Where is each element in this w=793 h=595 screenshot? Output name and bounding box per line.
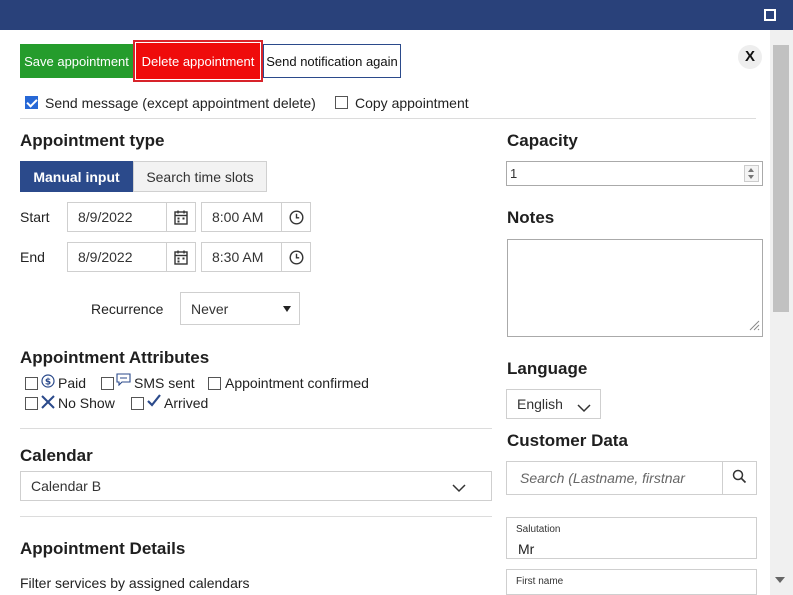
language-value: English [517, 396, 563, 412]
close-button[interactable]: X [738, 45, 762, 69]
start-date-field[interactable]: 8/9/2022 [67, 202, 196, 232]
resize-handle-icon[interactable] [749, 318, 760, 334]
spinner-down-icon[interactable] [748, 175, 754, 179]
scrollbar[interactable] [770, 30, 793, 595]
customer-search-input[interactable]: Search (Lastname, firstnar [506, 461, 723, 495]
clock-icon[interactable] [281, 203, 310, 231]
no-show-label: No Show [58, 395, 115, 411]
svg-text:$: $ [45, 378, 51, 388]
calendar-icon[interactable] [166, 243, 195, 271]
tab-search-time-slots[interactable]: Search time slots [133, 161, 267, 192]
search-icon [732, 469, 747, 487]
customer-data-heading: Customer Data [507, 431, 628, 450]
delete-appointment-button[interactable]: Delete appointment [136, 43, 260, 79]
divider [20, 428, 492, 429]
send-message-checkbox[interactable] [25, 96, 38, 109]
dollar-icon: $ [41, 374, 55, 391]
language-heading: Language [507, 359, 588, 378]
filter-services-label: Filter services by assigned calendars [20, 575, 250, 591]
copy-appointment-label: Copy appointment [355, 95, 469, 111]
recurrence-value: Never [191, 300, 229, 317]
appointment-attributes-heading: Appointment Attributes [20, 348, 210, 367]
save-appointment-button[interactable]: Save appointment [20, 44, 133, 78]
appointment-confirmed-checkbox[interactable] [208, 377, 221, 390]
first-name-label: First name [516, 576, 564, 587]
first-name-field[interactable]: First name [506, 569, 757, 595]
start-time-value: 8:00 AM [212, 209, 264, 225]
divider [20, 516, 492, 517]
sms-icon [116, 373, 131, 389]
customer-search-placeholder: Search (Lastname, firstnar [520, 470, 685, 486]
clock-icon[interactable] [281, 243, 310, 271]
appointment-type-heading: Appointment type [20, 131, 165, 150]
end-date-value: 8/9/2022 [78, 249, 133, 265]
calendar-icon[interactable] [166, 203, 195, 231]
start-label: Start [20, 209, 50, 225]
sms-sent-label: SMS sent [134, 375, 195, 391]
title-bar [0, 0, 793, 30]
start-date-value: 8/9/2022 [78, 209, 133, 225]
maximize-icon[interactable] [764, 9, 776, 21]
paid-checkbox[interactable] [25, 377, 38, 390]
arrived-checkbox[interactable] [131, 397, 144, 410]
calendar-heading: Calendar [20, 446, 93, 465]
send-message-label: Send message (except appointment delete) [45, 95, 316, 111]
recurrence-select[interactable]: Never [180, 292, 300, 325]
capacity-input[interactable]: 1 [506, 161, 763, 186]
notes-heading: Notes [507, 208, 555, 227]
dropdown-arrow-icon [283, 306, 291, 312]
arrived-label: Arrived [164, 395, 209, 411]
x-mark-icon [40, 394, 56, 413]
copy-appointment-checkbox[interactable] [335, 96, 348, 109]
end-time-field[interactable]: 8:30 AM [201, 242, 311, 272]
capacity-heading: Capacity [507, 131, 578, 150]
salutation-field[interactable]: Salutation Mr [506, 517, 757, 559]
salutation-label: Salutation [516, 524, 561, 535]
recurrence-label: Recurrence [91, 301, 164, 317]
chevron-down-icon [577, 400, 591, 416]
tab-manual-input[interactable]: Manual input [20, 161, 133, 192]
divider [20, 118, 756, 119]
paid-label: Paid [58, 375, 87, 391]
end-date-field[interactable]: 8/9/2022 [67, 242, 196, 272]
no-show-checkbox[interactable] [25, 397, 38, 410]
appointment-details-heading: Appointment Details [20, 539, 186, 558]
salutation-value: Mr [518, 541, 535, 557]
start-time-field[interactable]: 8:00 AM [201, 202, 311, 232]
scroll-down-arrow-icon[interactable] [775, 577, 785, 583]
chevron-down-icon [452, 480, 466, 496]
calendar-value: Calendar B [31, 478, 102, 494]
end-label: End [20, 249, 45, 265]
number-spinner[interactable] [744, 165, 759, 182]
customer-search-button[interactable] [722, 461, 757, 495]
sms-sent-checkbox[interactable] [101, 377, 114, 390]
notes-textarea[interactable] [507, 239, 763, 337]
capacity-value: 1 [510, 166, 518, 181]
appointment-confirmed-label: Appointment confirmed [225, 375, 369, 391]
scrollbar-thumb[interactable] [773, 45, 789, 312]
spinner-up-icon[interactable] [748, 168, 754, 172]
language-select[interactable]: English [506, 389, 601, 419]
checkmark-icon [146, 393, 162, 411]
send-notification-button[interactable]: Send notification again [263, 44, 401, 78]
end-time-value: 8:30 AM [212, 249, 264, 265]
calendar-select[interactable]: Calendar B [20, 471, 492, 501]
